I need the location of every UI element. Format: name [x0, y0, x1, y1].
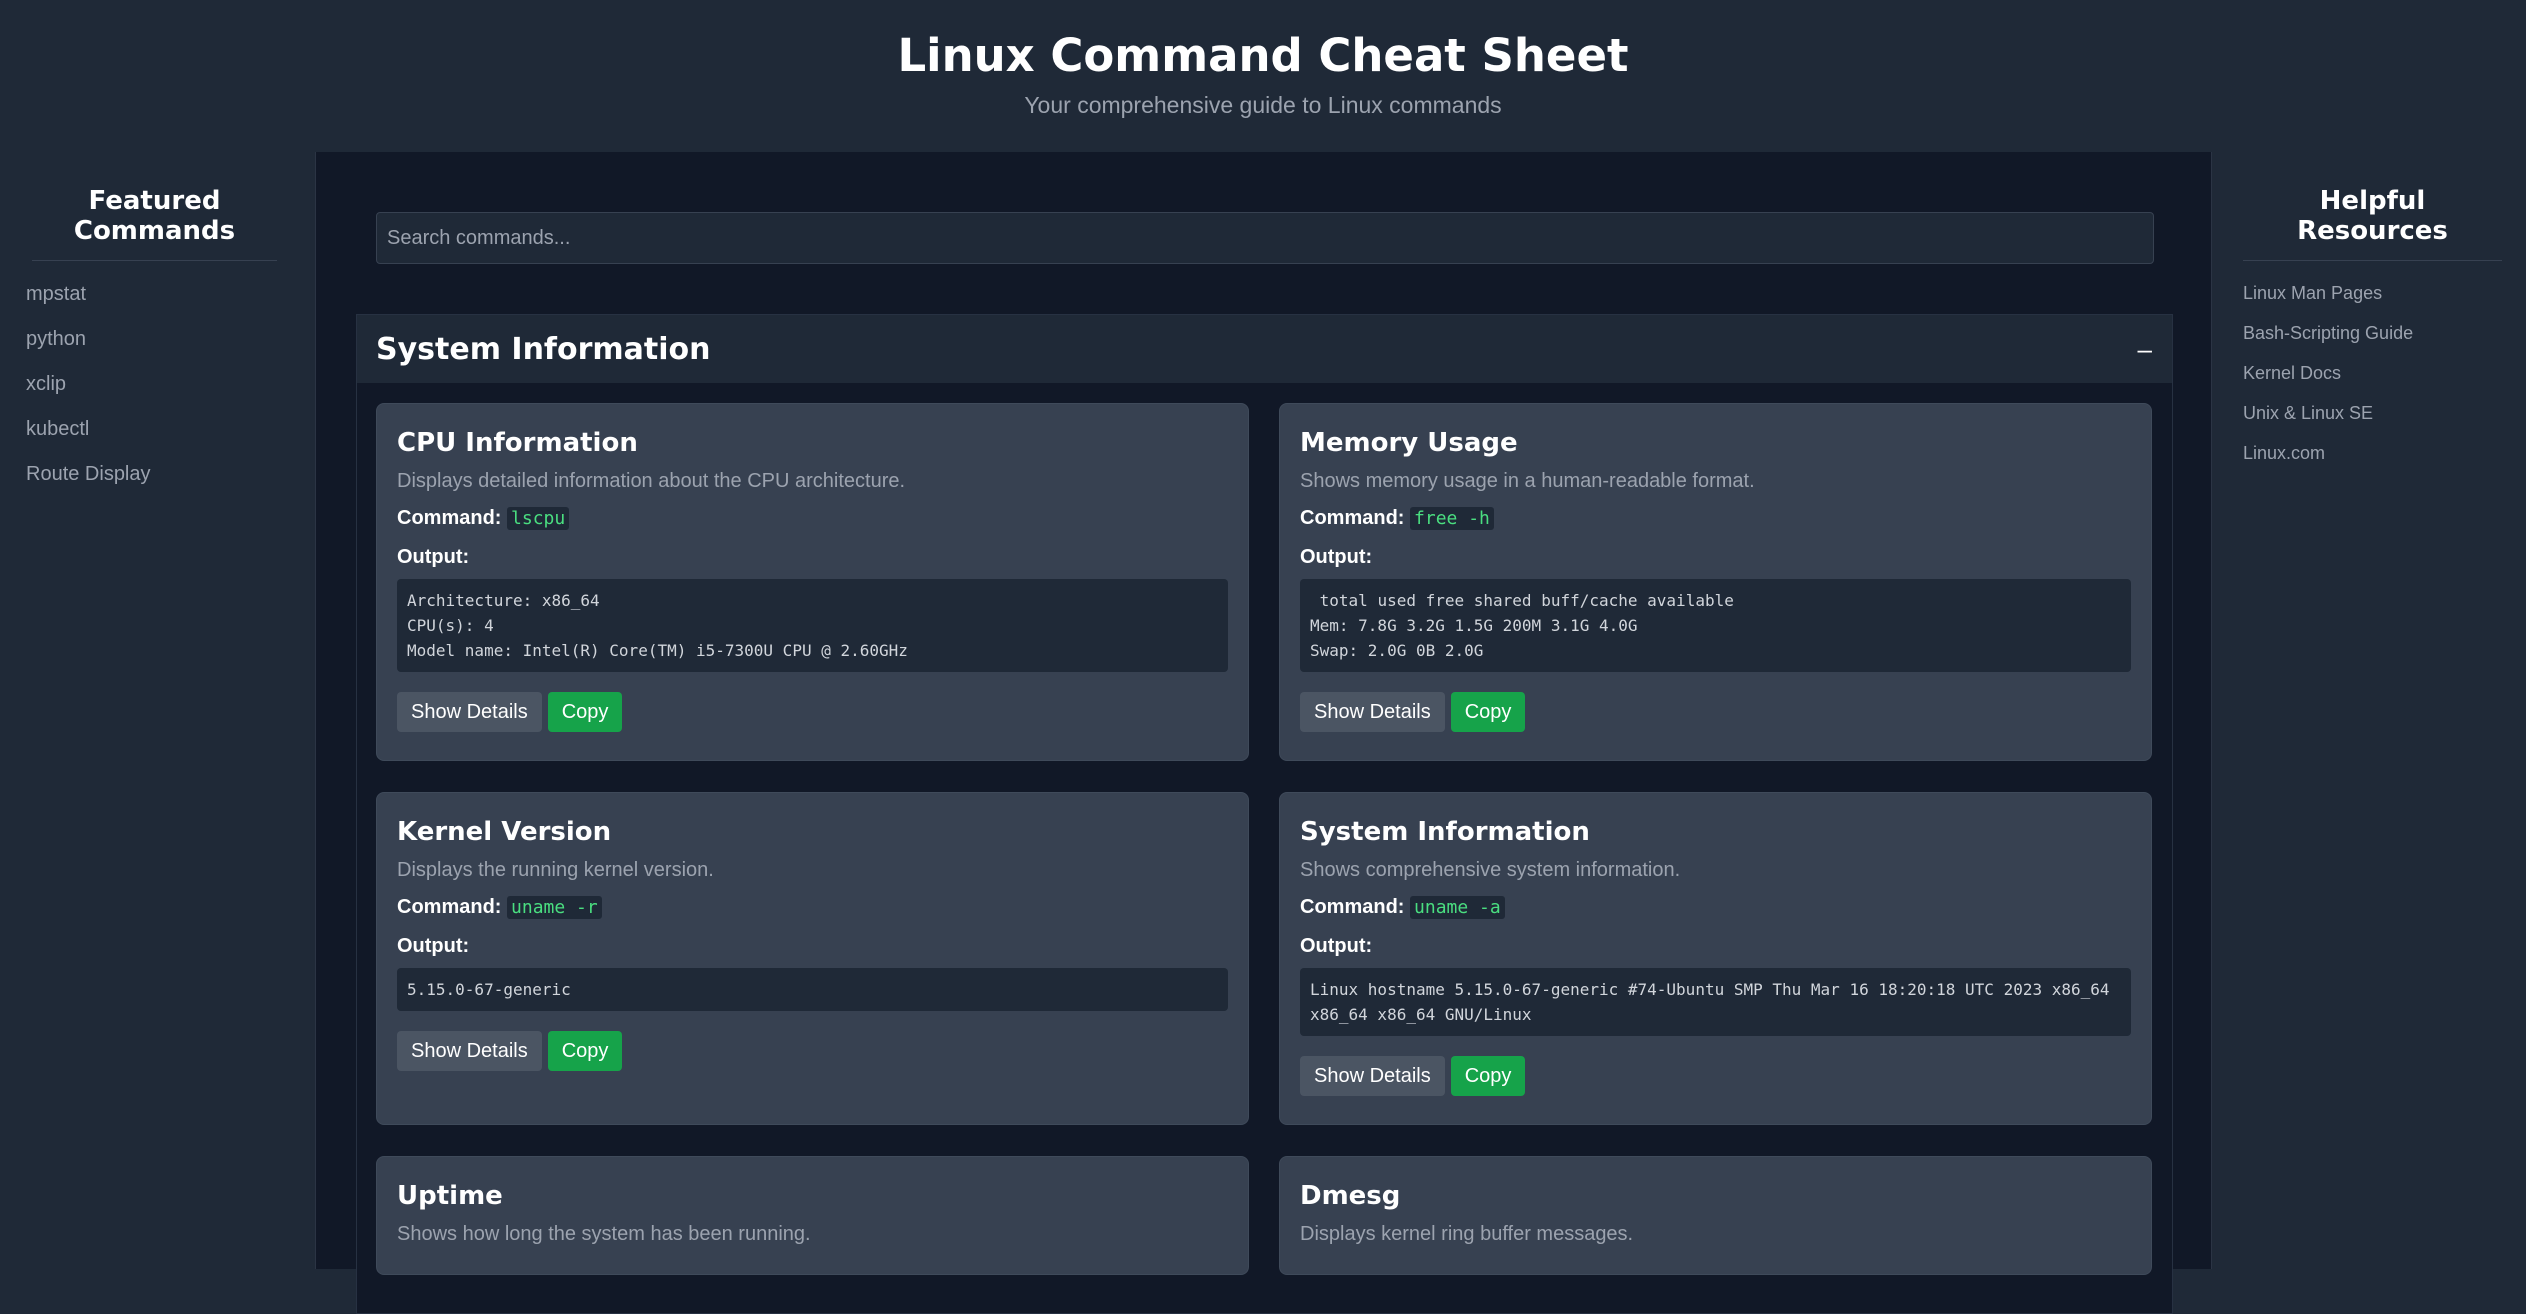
card-description: Displays the running kernel version. — [397, 859, 714, 881]
card-description: Displays kernel ring buffer messages. — [1300, 1223, 1634, 1245]
card-description: Displays detailed information about the … — [397, 470, 906, 492]
featured-command-route-display[interactable]: Route Display — [26, 463, 283, 508]
command-line: Command: uname -a — [1300, 896, 2131, 919]
command-card-system-information: System Information Shows comprehensive s… — [1279, 792, 2152, 1125]
site-header: Linux Command Cheat Sheet Your comprehen… — [0, 0, 2526, 152]
card-description: Shows comprehensive system information. — [1300, 859, 1681, 881]
command-label: Command: — [397, 896, 502, 918]
copy-button[interactable]: Copy — [547, 692, 623, 732]
command-code: uname -a — [1410, 896, 1505, 919]
featured-commands-sidebar: Featured Commands mpstat python xclip ku… — [0, 152, 315, 1269]
page-layout: Featured Commands mpstat python xclip ku… — [0, 152, 2526, 1314]
command-label: Command: — [1300, 896, 1405, 918]
main-content: System Information – CPU Information Dis… — [315, 152, 2212, 1314]
featured-command-xclip[interactable]: xclip — [26, 373, 283, 418]
resource-link-linux-man-pages[interactable]: Linux Man Pages — [2243, 283, 2502, 323]
card-actions: Show Details Copy — [1300, 1056, 2131, 1096]
featured-command-python[interactable]: python — [26, 328, 283, 373]
command-line: Command: uname -r — [397, 896, 1228, 919]
featured-commands-list: mpstat python xclip kubectl Route Displa… — [26, 283, 283, 508]
helpful-resources-list: Linux Man Pages Bash-Scripting Guide Ker… — [2243, 283, 2502, 483]
search-input[interactable] — [376, 212, 2154, 264]
card-title: System Information — [1300, 817, 1590, 847]
resource-link-kernel-docs[interactable]: Kernel Docs — [2243, 363, 2502, 403]
featured-command-kubectl[interactable]: kubectl — [26, 418, 283, 463]
card-actions: Show Details Copy — [397, 1031, 1228, 1071]
command-output: total used free shared buff/cache availa… — [1300, 579, 2131, 672]
card-title: Dmesg — [1300, 1181, 1401, 1211]
card-actions: Show Details Copy — [1300, 692, 2131, 732]
output-label: Output: — [397, 935, 470, 957]
command-cards-grid: CPU Information Displays detailed inform… — [357, 383, 2172, 1275]
page-title: Linux Command Cheat Sheet — [897, 29, 1629, 82]
output-label: Output: — [397, 546, 470, 568]
command-card-memory-usage: Memory Usage Shows memory usage in a hum… — [1279, 403, 2152, 761]
card-title: CPU Information — [397, 428, 638, 458]
featured-command-mpstat[interactable]: mpstat — [26, 283, 283, 328]
card-title: Memory Usage — [1300, 428, 1518, 458]
card-title: Uptime — [397, 1181, 503, 1211]
page-subtitle: Your comprehensive guide to Linux comman… — [1024, 92, 1502, 118]
command-card-uptime: Uptime Shows how long the system has bee… — [376, 1156, 1249, 1275]
command-code: lscpu — [507, 507, 570, 530]
command-label: Command: — [397, 507, 502, 529]
command-code: free -h — [1410, 507, 1494, 530]
resource-link-unix-linux-se[interactable]: Unix & Linux SE — [2243, 403, 2502, 443]
system-information-section: System Information – CPU Information Dis… — [356, 314, 2173, 1314]
resource-link-bash-scripting-guide[interactable]: Bash-Scripting Guide — [2243, 323, 2502, 363]
copy-button[interactable]: Copy — [1450, 692, 1526, 732]
command-card-dmesg: Dmesg Displays kernel ring buffer messag… — [1279, 1156, 2152, 1275]
card-title: Kernel Version — [397, 817, 612, 847]
helpful-resources-sidebar: Helpful Resources Linux Man Pages Bash-S… — [2212, 152, 2526, 1269]
command-output: 5.15.0-67-generic — [397, 968, 1228, 1011]
show-details-button[interactable]: Show Details — [397, 1031, 542, 1071]
show-details-button[interactable]: Show Details — [1300, 692, 1445, 732]
card-description: Shows memory usage in a human-readable f… — [1300, 470, 1755, 492]
command-line: Command: free -h — [1300, 507, 2131, 530]
collapse-toggle-icon[interactable]: – — [2138, 334, 2152, 365]
command-line: Command: lscpu — [397, 507, 1228, 530]
command-output: Linux hostname 5.15.0-67-generic #74-Ubu… — [1300, 968, 2131, 1036]
command-output: Architecture: x86_64 CPU(s): 4 Model nam… — [397, 579, 1228, 672]
helpful-resources-heading: Helpful Resources — [2243, 186, 2502, 261]
section-header[interactable]: System Information – — [357, 315, 2172, 383]
command-label: Command: — [1300, 507, 1405, 529]
show-details-button[interactable]: Show Details — [1300, 1056, 1445, 1096]
command-card-kernel-version: Kernel Version Displays the running kern… — [376, 792, 1249, 1125]
show-details-button[interactable]: Show Details — [397, 692, 542, 732]
command-code: uname -r — [507, 896, 602, 919]
command-card-cpu-information: CPU Information Displays detailed inform… — [376, 403, 1249, 761]
output-label: Output: — [1300, 935, 1373, 957]
section-title: System Information — [376, 331, 711, 367]
output-label: Output: — [1300, 546, 1373, 568]
copy-button[interactable]: Copy — [1450, 1056, 1526, 1096]
card-actions: Show Details Copy — [397, 692, 1228, 732]
featured-commands-heading: Featured Commands — [32, 186, 277, 261]
copy-button[interactable]: Copy — [547, 1031, 623, 1071]
card-description: Shows how long the system has been runni… — [397, 1223, 811, 1245]
resource-link-linux-com[interactable]: Linux.com — [2243, 443, 2502, 483]
